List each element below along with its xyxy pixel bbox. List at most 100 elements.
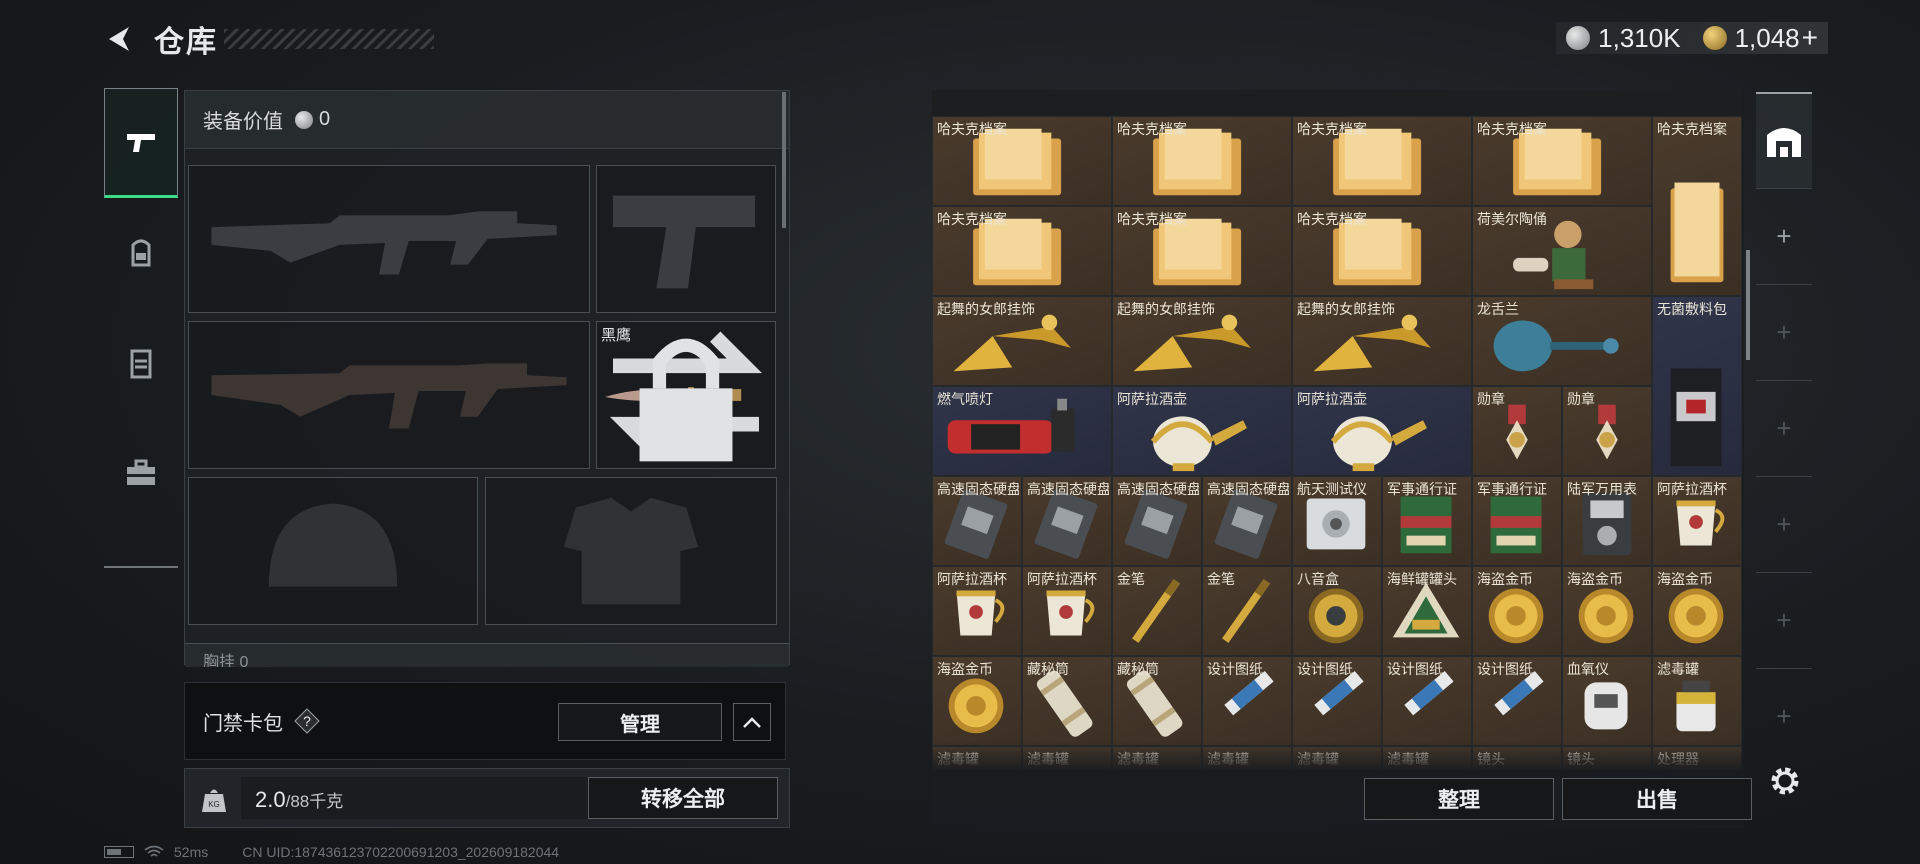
storage-item[interactable]: 高速固态硬盘: [932, 476, 1022, 566]
add-storage-tab-2[interactable]: +: [1756, 284, 1812, 380]
add-storage-tab-4[interactable]: +: [1756, 476, 1812, 572]
storage-item[interactable]: 哈夫克档案: [1112, 116, 1292, 206]
storage-item[interactable]: 八音盒: [1292, 566, 1382, 656]
storage-item[interactable]: 设计图纸: [1202, 656, 1292, 746]
armor-silhouette-icon: [563, 497, 699, 605]
storage-item[interactable]: 哈夫克档案: [1472, 116, 1652, 206]
tab-weapons[interactable]: [104, 88, 178, 198]
storage-item[interactable]: 无菌敷料包: [1652, 296, 1742, 476]
add-storage-tab-5[interactable]: +: [1756, 572, 1812, 668]
storage-item[interactable]: 勋章: [1562, 386, 1652, 476]
storage-scrollbar[interactable]: [1746, 250, 1750, 360]
chest-rig-row[interactable]: 胸挂 0: [185, 643, 789, 667]
storage-item[interactable]: 起舞的女郎挂饰: [932, 296, 1112, 386]
storage-item[interactable]: 哈夫克档案: [932, 116, 1112, 206]
storage-item-name: 滤毒罐: [1297, 751, 1339, 767]
transfer-all-button[interactable]: 转移全部: [588, 777, 778, 819]
storage-item-name: 金笔: [1117, 571, 1145, 587]
sort-button[interactable]: 整理: [1364, 778, 1554, 820]
loadout-scrollbar[interactable]: [782, 92, 786, 228]
storage-item[interactable]: 滤毒罐: [1382, 746, 1472, 770]
primary-weapon-slot[interactable]: [188, 165, 590, 313]
storage-item-name: 哈夫克档案: [1117, 121, 1187, 137]
pistol-slot[interactable]: [596, 165, 776, 313]
storage-item-name: 阿萨拉酒杯: [1657, 481, 1727, 497]
storage-item[interactable]: 起舞的女郎挂饰: [1292, 296, 1472, 386]
storage-item[interactable]: 藏秘筒: [1022, 656, 1112, 746]
storage-item[interactable]: 金笔: [1202, 566, 1292, 656]
storage-item[interactable]: 设计图纸: [1472, 656, 1562, 746]
sell-button[interactable]: 出售: [1562, 778, 1752, 820]
storage-item[interactable]: 滤毒罐: [1022, 746, 1112, 770]
storage-item[interactable]: 金笔: [1112, 566, 1202, 656]
tab-toolbox[interactable]: [104, 418, 178, 528]
help-icon[interactable]: ?: [293, 707, 321, 735]
helmet-slot[interactable]: [188, 477, 478, 625]
storage-item[interactable]: 陆军万用表: [1562, 476, 1652, 566]
storage-item[interactable]: 荷美尔陶俑: [1472, 206, 1652, 296]
storage-item[interactable]: 阿萨拉酒杯: [1652, 476, 1742, 566]
back-button[interactable]: [100, 19, 140, 59]
storage-item[interactable]: 军事通行证: [1382, 476, 1472, 566]
storage-item[interactable]: 滤毒罐: [1202, 746, 1292, 770]
storage-item[interactable]: 处理器: [1652, 746, 1742, 770]
storage-item[interactable]: 海盗金币: [1652, 566, 1742, 656]
storage-item[interactable]: 滤毒罐: [1652, 656, 1742, 746]
storage-item[interactable]: 高速固态硬盘: [1202, 476, 1292, 566]
add-currency-button[interactable]: +: [1802, 22, 1818, 54]
storage-item[interactable]: 海盗金币: [1472, 566, 1562, 656]
storage-item[interactable]: 哈夫克档案: [1112, 206, 1292, 296]
storage-item[interactable]: 镜头: [1562, 746, 1652, 770]
toolbox-icon: [127, 459, 155, 485]
equip-value-label: 装备价值: [203, 111, 283, 133]
storage-item[interactable]: 血氧仪: [1562, 656, 1652, 746]
storage-item[interactable]: 滤毒罐: [1112, 746, 1202, 770]
storage-item[interactable]: 滤毒罐: [1292, 746, 1382, 770]
silver-coin-icon: [295, 110, 313, 129]
storage-item-name: 勋章: [1477, 391, 1505, 407]
storage-item[interactable]: 龙舌兰: [1472, 296, 1652, 386]
storage-item[interactable]: 勋章: [1472, 386, 1562, 476]
storage-item[interactable]: 阿萨拉酒壶: [1292, 386, 1472, 476]
storage-item[interactable]: 设计图纸: [1382, 656, 1472, 746]
currency-gold[interactable]: 1,048 +: [1702, 22, 1818, 54]
storage-item[interactable]: 航天测试仪: [1292, 476, 1382, 566]
storage-item[interactable]: 高速固态硬盘: [1112, 476, 1202, 566]
storage-item[interactable]: 燃气喷灯: [932, 386, 1112, 476]
storage-item-name: 血氧仪: [1567, 661, 1609, 677]
storage-item[interactable]: 阿萨拉酒壶: [1112, 386, 1292, 476]
settings-gear-icon[interactable]: [1768, 764, 1802, 798]
storage-item[interactable]: 哈夫克档案: [1292, 116, 1472, 206]
storage-item[interactable]: 镜头: [1472, 746, 1562, 770]
storage-item[interactable]: 设计图纸: [1292, 656, 1382, 746]
storage-grid-area[interactable]: 哈夫克档案 哈夫克档案 哈夫克档案 哈夫克档案 哈夫克档案 哈夫克档案 哈夫克档案 哈夫克档案…: [932, 90, 1742, 770]
storage-item[interactable]: 高速固态硬盘: [1022, 476, 1112, 566]
storage-item[interactable]: 军事通行证: [1472, 476, 1562, 566]
tab-vest[interactable]: [104, 308, 178, 418]
storage-item[interactable]: 滤毒罐: [932, 746, 1022, 770]
tab-gear[interactable]: [104, 198, 178, 308]
storage-item[interactable]: 藏秘筒: [1112, 656, 1202, 746]
add-storage-tab-3[interactable]: +: [1756, 380, 1812, 476]
add-storage-tab-1[interactable]: +: [1756, 188, 1812, 284]
secondary-weapon-slot[interactable]: [188, 321, 590, 469]
storage-item-name: 滤毒罐: [1027, 751, 1069, 767]
storage-item[interactable]: 阿萨拉酒杯: [932, 566, 1022, 656]
collapse-button[interactable]: [733, 703, 771, 741]
storage-item[interactable]: 海鲜罐罐头: [1382, 566, 1472, 656]
storage-item[interactable]: 海盗金币: [1562, 566, 1652, 656]
storage-item[interactable]: 阿萨拉酒杯: [1022, 566, 1112, 656]
armor-slot[interactable]: [485, 477, 777, 625]
manage-button[interactable]: 管理: [558, 703, 722, 741]
storage-item-name: 藏秘筒: [1027, 661, 1069, 677]
melee-slot[interactable]: 黑鹰: [596, 321, 776, 469]
storage-tab-main[interactable]: [1756, 92, 1812, 188]
storage-item[interactable]: 起舞的女郎挂饰: [1112, 296, 1292, 386]
rifle-silhouette-icon: [211, 211, 557, 275]
storage-item[interactable]: 海盗金币: [932, 656, 1022, 746]
storage-item[interactable]: 哈夫克档案: [932, 206, 1112, 296]
weight-bar: KG 2.0/88千克 转移全部: [184, 768, 790, 828]
storage-item[interactable]: 哈夫克档案: [1652, 116, 1742, 296]
storage-item[interactable]: 哈夫克档案: [1292, 206, 1472, 296]
add-storage-tab-6[interactable]: +: [1756, 668, 1812, 764]
